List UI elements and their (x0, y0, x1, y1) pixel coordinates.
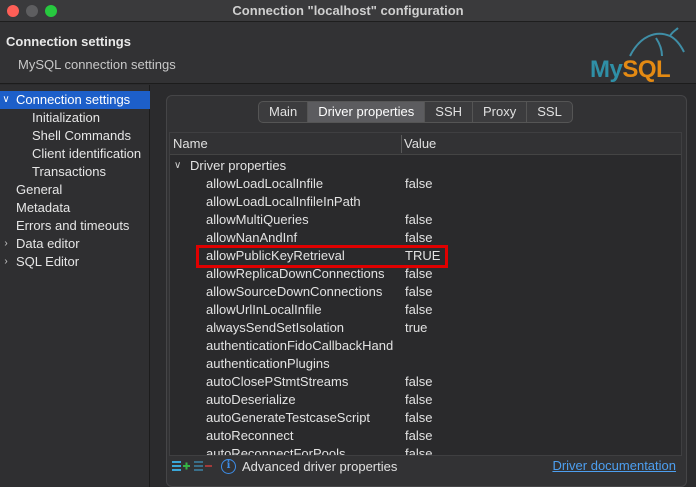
table-row[interactable]: autoGenerateTestcaseScript false (170, 409, 681, 427)
chevron-down-icon[interactable]: ∨ (0, 91, 12, 109)
column-header-name[interactable]: Name (173, 136, 208, 151)
property-name: allowUrlInLocalInfile (206, 302, 322, 317)
property-name: authenticationFidoCallbackHand (206, 338, 394, 353)
logo-wordmark: MySQL (590, 56, 671, 83)
property-name: autoGenerateTestcaseScript (206, 410, 371, 425)
property-value[interactable]: false (405, 373, 432, 391)
table-row[interactable]: allowMultiQueries false (170, 211, 681, 229)
sidebar-item-label: Client identification (32, 146, 142, 161)
sidebar-item-data-editor[interactable]: › Data editor (0, 235, 150, 253)
property-value[interactable]: false (405, 409, 432, 427)
window-titlebar: Connection "localhost" configuration (0, 0, 696, 22)
table-row[interactable]: allowUrlInLocalInfile false (170, 301, 681, 319)
property-name: allowSourceDownConnections (206, 284, 383, 299)
tab-ssl[interactable]: SSL (527, 102, 572, 122)
page-subtitle: MySQL connection settings (18, 57, 176, 72)
grid-header: Name Value (170, 133, 681, 155)
remove-property-icon[interactable] (194, 459, 212, 474)
property-value[interactable]: false (405, 175, 432, 193)
table-row[interactable]: authenticationFidoCallbackHand (170, 337, 681, 355)
property-value[interactable]: false (405, 391, 432, 409)
sidebar-item-label: Data editor (16, 236, 80, 251)
tab-driver-properties[interactable]: Driver properties (308, 102, 426, 122)
driver-documentation-link[interactable]: Driver documentation (552, 458, 676, 473)
settings-sidebar: ∨ Connection settings Initialization Shell … (0, 85, 150, 487)
group-row-driver-properties[interactable]: ∨ Driver properties (170, 157, 681, 175)
sidebar-item-client-identification[interactable]: Client identification (0, 145, 150, 163)
sidebar-item-initialization[interactable]: Initialization (0, 109, 150, 127)
property-name: authenticationPlugins (206, 356, 330, 371)
table-row[interactable]: allowLoadLocalInfile false (170, 175, 681, 193)
table-row[interactable]: autoClosePStmtStreams false (170, 373, 681, 391)
group-label: Driver properties (190, 158, 287, 173)
property-name: autoDeserialize (206, 392, 296, 407)
window-title: Connection "localhost" configuration (232, 3, 464, 18)
tab-ssh[interactable]: SSH (425, 102, 474, 122)
property-name: allowMultiQueries (206, 212, 309, 227)
property-value[interactable]: false (405, 211, 432, 229)
info-icon: i (221, 459, 236, 474)
table-row[interactable]: allowSourceDownConnections false (170, 283, 681, 301)
property-name: autoClosePStmtStreams (206, 374, 349, 389)
highlight-box (196, 245, 448, 268)
table-row[interactable]: allowLoadLocalInfileInPath (170, 193, 681, 211)
tab-main[interactable]: Main (259, 102, 309, 122)
sidebar-item-label: Metadata (16, 200, 71, 215)
sidebar-item-label: Transactions (32, 164, 106, 179)
property-name: allowLoadLocalInfileInPath (206, 194, 361, 209)
chevron-right-icon[interactable]: › (0, 253, 12, 271)
chevron-right-icon[interactable]: › (0, 235, 12, 253)
sidebar-item-label: Errors and timeouts (16, 218, 130, 233)
add-property-icon[interactable] (172, 459, 190, 474)
driver-properties-grid: Name Value ∨ Driver properties allowLoadLo… (169, 132, 682, 456)
page-title: Connection settings (6, 34, 131, 49)
dolphin-icon (629, 27, 685, 57)
sidebar-item-label: Connection settings (16, 92, 131, 107)
sidebar-item-label: General (16, 182, 63, 197)
property-name: alwaysSendSetIsolation (206, 320, 345, 335)
sidebar-item-label: Initialization (32, 110, 100, 125)
table-row[interactable]: alwaysSendSetIsolation true (170, 319, 681, 337)
sidebar-item-label: Shell Commands (32, 128, 131, 143)
property-value[interactable]: false (405, 301, 432, 319)
chevron-down-icon[interactable]: ∨ (174, 157, 181, 175)
property-name: autoReconnectForPools (206, 446, 346, 456)
column-divider[interactable] (401, 135, 402, 153)
tab-proxy[interactable]: Proxy (473, 102, 528, 122)
property-value[interactable]: false (405, 283, 432, 301)
tab-bar: Main Driver properties SSH Proxy SSL (258, 101, 573, 123)
sidebar-item-general[interactable]: General (0, 181, 150, 199)
sidebar-item-metadata[interactable]: Metadata (0, 199, 150, 217)
property-name: allowLoadLocalInfile (206, 176, 324, 191)
property-value[interactable]: false (405, 445, 432, 455)
sidebar-item-transactions[interactable]: Transactions (0, 163, 150, 181)
property-name: autoReconnect (206, 428, 294, 443)
sidebar-item-connection-settings[interactable]: ∨ Connection settings (0, 91, 150, 109)
sidebar-item-shell-commands[interactable]: Shell Commands (0, 127, 150, 145)
advanced-properties-label: Advanced driver properties (242, 459, 398, 474)
property-value[interactable]: true (405, 319, 427, 337)
column-header-value[interactable]: Value (404, 136, 436, 151)
sidebar-item-label: SQL Editor (16, 254, 80, 269)
table-row[interactable]: authenticationPlugins (170, 355, 681, 373)
sidebar-item-errors-and-timeouts[interactable]: Errors and timeouts (0, 217, 150, 235)
page-header: Connection settings MySQL connection set… (0, 22, 696, 84)
sidebar-item-sql-editor[interactable]: › SQL Editor (0, 253, 150, 271)
table-row[interactable]: autoDeserialize false (170, 391, 681, 409)
table-row[interactable]: autoReconnectForPools false (170, 445, 681, 456)
grid-footer: i Advanced driver properties Driver docu… (169, 456, 682, 478)
property-value[interactable]: false (405, 427, 432, 445)
table-row[interactable]: autoReconnect false (170, 427, 681, 445)
mysql-logo: MySQL (586, 26, 692, 84)
